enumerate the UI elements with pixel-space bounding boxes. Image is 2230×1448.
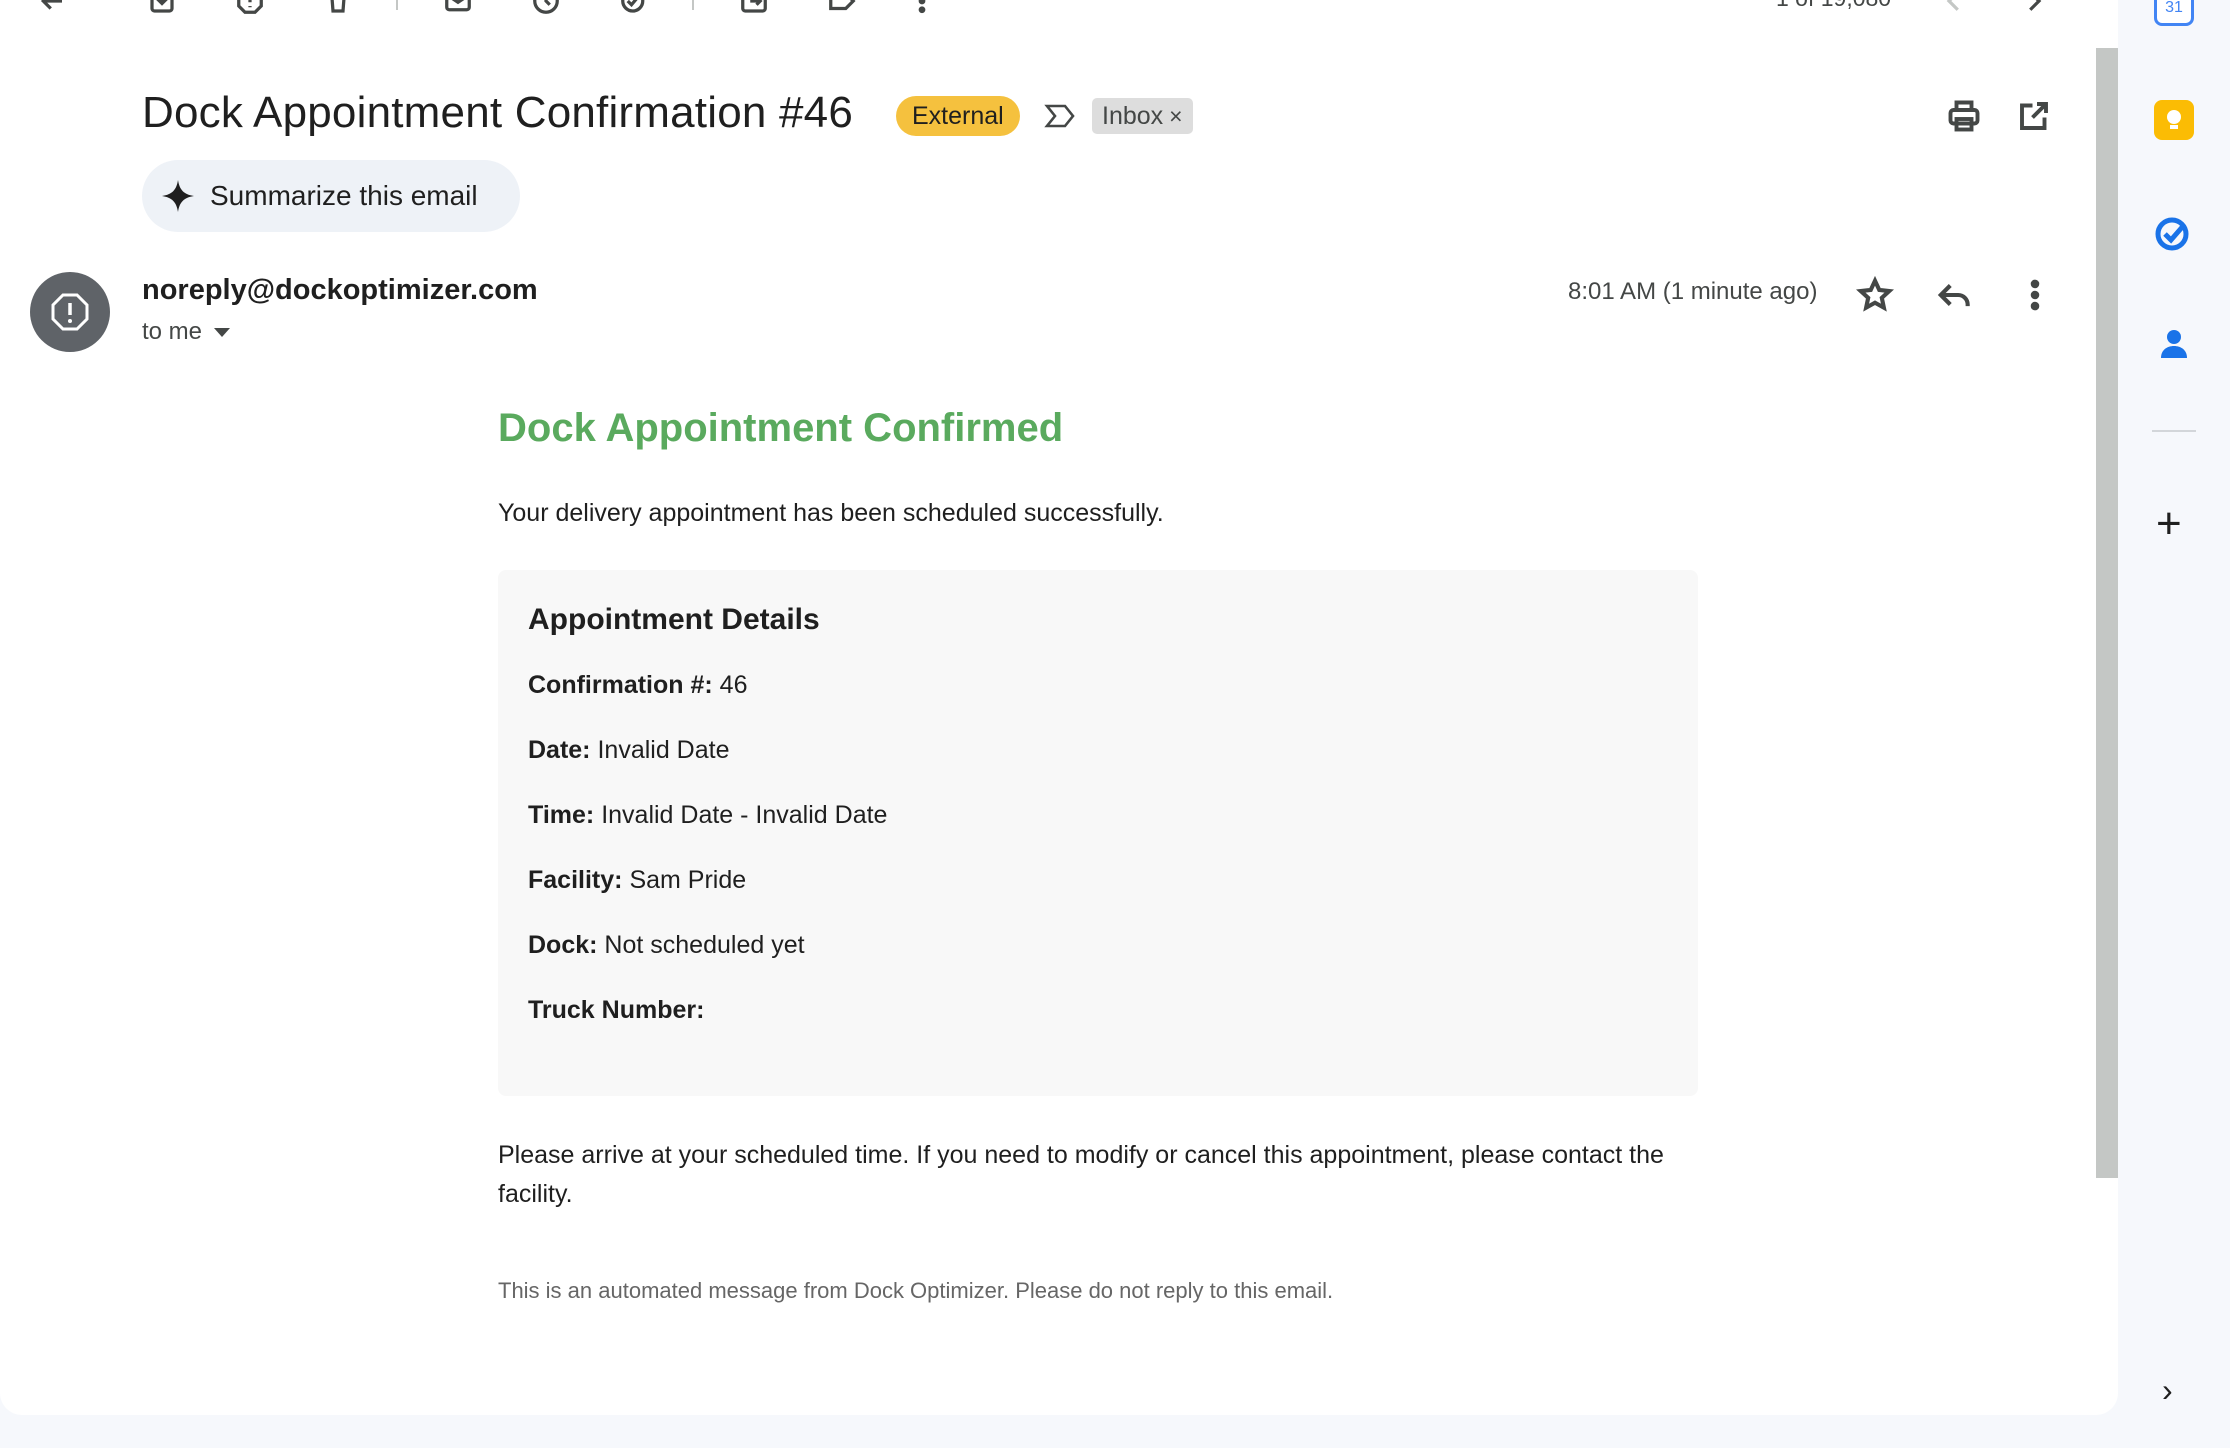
- details-title: Appointment Details: [528, 603, 820, 636]
- expand-panel-icon[interactable]: ›: [2162, 1372, 2173, 1409]
- detail-date: Date: Invalid Date: [528, 733, 1668, 767]
- detail-value: Invalid Date - Invalid Date: [601, 801, 888, 829]
- message-more-vert-icon[interactable]: [2016, 276, 2054, 314]
- newer-chevron-icon[interactable]: [1938, 0, 1970, 14]
- toolbar-divider: [396, 0, 398, 10]
- add-to-tasks-icon[interactable]: [618, 0, 650, 14]
- automated-footer-note: This is an automated message from Dock O…: [498, 1278, 1334, 1303]
- reply-icon[interactable]: [1936, 276, 1974, 314]
- older-chevron-icon[interactable]: [2018, 0, 2050, 14]
- report-spam-icon[interactable]: [234, 0, 266, 14]
- toolbar-divider: [692, 0, 694, 10]
- external-badge: External: [896, 96, 1020, 136]
- inbox-label-text: Inbox: [1102, 102, 1164, 130]
- detail-label: Time:: [528, 801, 595, 829]
- star-icon[interactable]: [1856, 275, 1894, 314]
- side-panel-divider: [2152, 430, 2196, 432]
- contacts-app-icon[interactable]: [2154, 324, 2194, 364]
- archive-icon[interactable]: [146, 0, 178, 14]
- pager-count: 1 of 19,080: [1776, 0, 1891, 10]
- message-timestamp: 8:01 AM (1 minute ago): [1568, 278, 1818, 305]
- message-pane: 1 of 19,080 Dock Appointment Confirmatio…: [0, 0, 2118, 1415]
- add-app-icon[interactable]: +: [2156, 502, 2182, 546]
- print-icon[interactable]: [1946, 98, 1982, 134]
- sender-avatar[interactable]: [30, 272, 110, 352]
- email-body: Dock Appointment Confirmed Your delivery…: [498, 400, 1698, 1303]
- keep-app-icon[interactable]: [2154, 100, 2194, 140]
- more-vert-icon[interactable]: [906, 0, 938, 14]
- summarize-label: Summarize this email: [210, 180, 478, 211]
- email-subject: Dock Appointment Confirmation #46: [142, 88, 853, 137]
- tasks-app-icon[interactable]: [2154, 212, 2194, 252]
- detail-value: Not scheduled yet: [604, 931, 805, 959]
- detail-truck-number: Truck Number:: [528, 993, 1668, 1027]
- back-arrow-icon[interactable]: [36, 0, 68, 14]
- body-heading: Dock Appointment Confirmed: [498, 406, 1064, 450]
- move-to-icon[interactable]: [738, 0, 770, 14]
- detail-label: Date:: [528, 736, 591, 764]
- scrollbar-thumb[interactable]: [2096, 48, 2118, 1178]
- calendar-app-icon[interactable]: 31: [2154, 0, 2194, 26]
- gemini-sparkle-icon: [162, 180, 194, 212]
- detail-dock: Dock: Not scheduled yet: [528, 928, 1668, 962]
- message-toolbar: 1 of 19,080: [0, 0, 2118, 20]
- side-panel: 31 + ›: [2118, 0, 2230, 1448]
- sender-address[interactable]: noreply@dockoptimizer.com: [142, 274, 538, 307]
- delete-icon[interactable]: [322, 0, 354, 14]
- calendar-day: 31: [2165, 0, 2183, 16]
- warning-icon: [51, 293, 89, 331]
- open-in-new-window-icon[interactable]: [2016, 98, 2052, 134]
- importance-marker-icon[interactable]: [1044, 102, 1076, 130]
- snooze-icon[interactable]: [530, 0, 562, 14]
- recipient-details-toggle[interactable]: to me: [142, 318, 231, 346]
- detail-time: Time: Invalid Date - Invalid Date: [528, 798, 1668, 832]
- inbox-label-chip: Inbox ×: [1092, 98, 1193, 134]
- appointment-details-box: Appointment Details Confirmation #: 46 D…: [498, 570, 1698, 1096]
- remove-label-icon[interactable]: ×: [1169, 103, 1182, 129]
- detail-value: Invalid Date: [597, 736, 730, 764]
- recipient-label: to me: [142, 318, 203, 345]
- detail-label: Facility:: [528, 866, 623, 894]
- detail-value: 46: [719, 671, 748, 699]
- label-icon[interactable]: [826, 0, 858, 14]
- body-intro: Your delivery appointment has been sched…: [498, 499, 1164, 527]
- caret-down-icon: [214, 328, 231, 338]
- closing-paragraph: Please arrive at your scheduled time. If…: [498, 1141, 1664, 1208]
- detail-value: Sam Pride: [629, 866, 747, 894]
- detail-label: Truck Number:: [528, 996, 705, 1024]
- detail-label: Dock:: [528, 931, 598, 959]
- detail-label: Confirmation #:: [528, 671, 713, 699]
- detail-facility: Facility: Sam Pride: [528, 863, 1668, 897]
- summarize-email-button[interactable]: Summarize this email: [142, 160, 520, 232]
- detail-confirmation: Confirmation #: 46: [528, 668, 1668, 702]
- mark-unread-icon[interactable]: [442, 0, 474, 14]
